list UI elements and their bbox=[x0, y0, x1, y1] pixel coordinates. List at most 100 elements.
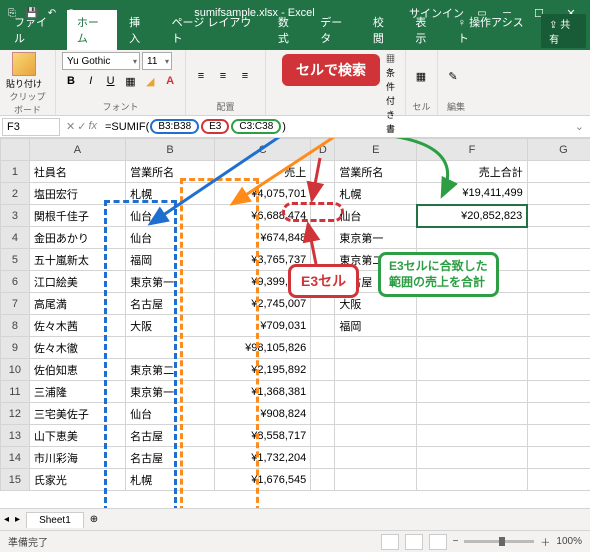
accept-formula-icon[interactable]: ✓ bbox=[77, 120, 86, 133]
cell[interactable] bbox=[335, 337, 417, 359]
cell[interactable] bbox=[126, 337, 215, 359]
zoom-in-icon[interactable]: ＋ bbox=[540, 534, 550, 549]
sheet-tab-1[interactable]: Sheet1 bbox=[26, 512, 84, 528]
cell[interactable] bbox=[311, 425, 335, 447]
cell[interactable] bbox=[527, 403, 590, 425]
cell[interactable] bbox=[417, 403, 528, 425]
select-all-corner[interactable] bbox=[1, 139, 30, 161]
cell[interactable] bbox=[311, 161, 335, 183]
font-size-combo[interactable]: 11 bbox=[142, 52, 172, 70]
cell[interactable] bbox=[335, 381, 417, 403]
cell[interactable]: 売上 bbox=[215, 161, 311, 183]
share-button[interactable]: ⇪ 共有 bbox=[541, 14, 586, 48]
cell[interactable] bbox=[311, 205, 335, 227]
sheet-nav-next-icon[interactable]: ▸ bbox=[15, 514, 20, 525]
edit-button[interactable]: ✎ bbox=[444, 67, 462, 85]
cell[interactable]: 札幌 bbox=[335, 183, 417, 205]
row-header[interactable]: 4 bbox=[1, 227, 30, 249]
underline-button[interactable]: U bbox=[102, 72, 120, 90]
cell[interactable]: ¥98,105,826 bbox=[215, 337, 311, 359]
border-button[interactable]: ▦ bbox=[121, 72, 139, 90]
cell[interactable]: 仙台 bbox=[126, 227, 215, 249]
row-header[interactable]: 12 bbox=[1, 403, 30, 425]
cell[interactable] bbox=[417, 469, 528, 491]
cell[interactable]: 東京第一 bbox=[126, 381, 215, 403]
cell[interactable]: 氏家光 bbox=[29, 469, 125, 491]
row-header[interactable]: 6 bbox=[1, 271, 30, 293]
cell[interactable] bbox=[527, 381, 590, 403]
cell[interactable]: ¥674,848 bbox=[215, 227, 311, 249]
cell[interactable]: ¥4,075,701 bbox=[215, 183, 311, 205]
cell[interactable]: ¥19,411,499 bbox=[417, 183, 528, 205]
cancel-formula-icon[interactable]: ✕ bbox=[66, 120, 75, 133]
align-mid-icon[interactable]: ≡ bbox=[214, 67, 232, 85]
cell[interactable] bbox=[311, 337, 335, 359]
italic-button[interactable]: I bbox=[82, 72, 100, 90]
col-header-E[interactable]: E bbox=[335, 139, 417, 161]
name-box[interactable]: F3 bbox=[2, 118, 60, 136]
cell[interactable]: 名古屋 bbox=[126, 425, 215, 447]
row-header[interactable]: 1 bbox=[1, 161, 30, 183]
cell[interactable]: 札幌 bbox=[126, 183, 215, 205]
zoom-slider[interactable] bbox=[464, 540, 534, 543]
cell[interactable] bbox=[335, 403, 417, 425]
cell[interactable]: 売上合計 bbox=[417, 161, 528, 183]
cell[interactable] bbox=[417, 359, 528, 381]
cell[interactable] bbox=[335, 447, 417, 469]
worksheet-grid[interactable]: ABCDEFG1社員名営業所名売上営業所名売上合計2塩田宏行札幌¥4,075,7… bbox=[0, 138, 590, 508]
cell[interactable] bbox=[417, 381, 528, 403]
cell[interactable] bbox=[527, 425, 590, 447]
cell[interactable] bbox=[527, 183, 590, 205]
cell[interactable]: 三宅美佐子 bbox=[29, 403, 125, 425]
add-sheet-icon[interactable]: ⊕ bbox=[90, 514, 98, 525]
cell[interactable]: 五十嵐新太 bbox=[29, 249, 125, 271]
cell[interactable] bbox=[527, 315, 590, 337]
tab-assist[interactable]: ♀ 操作アシスト bbox=[448, 10, 539, 50]
cell[interactable]: 福岡 bbox=[335, 315, 417, 337]
cell[interactable]: 名古屋 bbox=[126, 293, 215, 315]
cell[interactable] bbox=[527, 293, 590, 315]
cell[interactable] bbox=[527, 337, 590, 359]
cell[interactable]: ¥8,558,717 bbox=[215, 425, 311, 447]
col-header-D[interactable]: D bbox=[311, 139, 335, 161]
fill-color-button[interactable]: ◢ bbox=[141, 72, 159, 90]
cell[interactable] bbox=[417, 227, 528, 249]
cell[interactable]: ¥1,368,381 bbox=[215, 381, 311, 403]
cell[interactable]: 佐々木茜 bbox=[29, 315, 125, 337]
row-header[interactable]: 5 bbox=[1, 249, 30, 271]
cell[interactable]: 東京第二 bbox=[126, 359, 215, 381]
cell[interactable] bbox=[527, 205, 590, 227]
cell[interactable] bbox=[527, 359, 590, 381]
col-header-B[interactable]: B bbox=[126, 139, 215, 161]
cell[interactable]: 高尾満 bbox=[29, 293, 125, 315]
align-bot-icon[interactable]: ≡ bbox=[236, 67, 254, 85]
tab-formulas[interactable]: 数式 bbox=[268, 10, 308, 50]
row-header[interactable]: 3 bbox=[1, 205, 30, 227]
expand-formula-icon[interactable]: ⌄ bbox=[569, 120, 590, 133]
row-header[interactable]: 11 bbox=[1, 381, 30, 403]
cell[interactable]: ¥908,824 bbox=[215, 403, 311, 425]
cell[interactable]: 三浦隆 bbox=[29, 381, 125, 403]
cell[interactable]: 金田あかり bbox=[29, 227, 125, 249]
col-header-A[interactable]: A bbox=[29, 139, 125, 161]
cell[interactable]: ¥1,676,545 bbox=[215, 469, 311, 491]
cell[interactable] bbox=[527, 161, 590, 183]
cell[interactable]: ¥20,852,823 bbox=[417, 205, 528, 227]
cell[interactable] bbox=[311, 227, 335, 249]
view-pagebreak-icon[interactable] bbox=[429, 534, 447, 550]
cell[interactable]: ¥709,031 bbox=[215, 315, 311, 337]
cell[interactable] bbox=[527, 249, 590, 271]
cell[interactable]: 名古屋 bbox=[126, 447, 215, 469]
cell[interactable] bbox=[311, 381, 335, 403]
row-header[interactable]: 15 bbox=[1, 469, 30, 491]
cell[interactable]: 市川彩海 bbox=[29, 447, 125, 469]
row-header[interactable]: 14 bbox=[1, 447, 30, 469]
cell[interactable] bbox=[527, 271, 590, 293]
font-color-button[interactable]: A bbox=[161, 72, 179, 90]
cell[interactable] bbox=[335, 469, 417, 491]
tab-insert[interactable]: 挿入 bbox=[119, 10, 159, 50]
cell[interactable]: 塩田宏行 bbox=[29, 183, 125, 205]
row-header[interactable]: 8 bbox=[1, 315, 30, 337]
cell[interactable] bbox=[311, 315, 335, 337]
row-header[interactable]: 2 bbox=[1, 183, 30, 205]
